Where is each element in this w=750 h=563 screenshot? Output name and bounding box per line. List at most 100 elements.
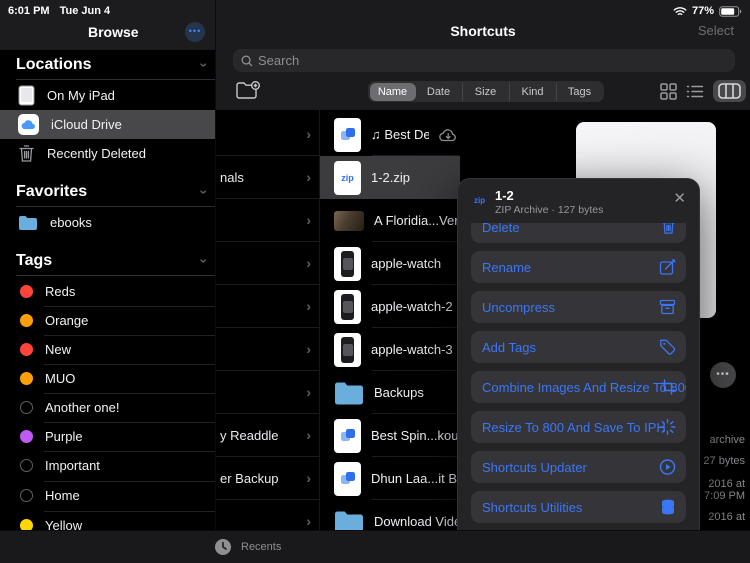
file-row-a-floridia[interactable]: A Floridia...Very: [320, 199, 460, 242]
shortcut-file-icon: [334, 418, 361, 453]
file-actions-popover: Delete Rename Uncompress Add Tags Combin…: [457, 178, 700, 563]
sidebar-tag-another-one[interactable]: Another one!: [0, 393, 215, 422]
sidebar-tag-muo[interactable]: MUO: [0, 364, 215, 393]
action-uncompress[interactable]: Uncompress: [471, 291, 686, 323]
zip-file-icon: zip: [334, 160, 361, 195]
sort-kind[interactable]: Kind: [508, 82, 556, 101]
action-combine-images[interactable]: Combine Images And Resize To 800 x 1: [471, 371, 686, 403]
chevron-right-icon: ›: [306, 384, 311, 400]
tag-dot-purple-icon: [20, 430, 33, 443]
action-shortcuts-updater[interactable]: Shortcuts Updater: [471, 451, 686, 483]
shortcut-file-icon: [334, 461, 361, 496]
tag-dot-hollow-icon: [20, 459, 33, 472]
sidebar-item-ebooks[interactable]: ebooks: [0, 208, 215, 237]
sort-name[interactable]: Name: [369, 82, 416, 101]
columns-view-icon-selected[interactable]: [713, 80, 746, 102]
action-rename[interactable]: Rename: [471, 251, 686, 283]
page-title: Shortcuts: [450, 23, 516, 39]
section-favorites[interactable]: Favorites ›: [16, 183, 213, 201]
parent-row[interactable]: ›: [216, 242, 319, 285]
preview-more-button[interactable]: •••: [710, 362, 736, 388]
icloud-icon: [18, 114, 39, 135]
file-row-1-2-zip[interactable]: zip 1-2.zip: [320, 156, 460, 199]
sidebar-tag-purple[interactable]: Purple: [0, 422, 215, 451]
wifi-icon: [673, 6, 687, 17]
action-add-tags[interactable]: Add Tags: [471, 331, 686, 363]
browse-title: Browse: [88, 24, 139, 40]
tag-dot-hollow-icon: [20, 489, 33, 502]
list-view-icon[interactable]: [686, 84, 704, 99]
folder-icon: [334, 381, 364, 405]
sidebar-tag-home[interactable]: Home: [0, 481, 215, 510]
divider: [16, 206, 215, 207]
sidebar-tag-new[interactable]: New: [0, 335, 215, 364]
trash-icon: [18, 144, 35, 163]
tag-dot-red-icon: [20, 285, 33, 298]
search-input[interactable]: Search: [233, 49, 735, 72]
video-thumbnail: [334, 210, 364, 231]
parent-row[interactable]: ›: [216, 199, 319, 242]
sidebar-tag-reds[interactable]: Reds: [0, 277, 215, 306]
chevron-right-icon: ›: [306, 470, 311, 486]
view-toggles: [660, 80, 746, 102]
chevron-right-icon: ›: [306, 427, 311, 443]
actions-list: Delete Rename Uncompress Add Tags Combin…: [471, 211, 686, 562]
sidebar-tag-important[interactable]: Important: [0, 451, 215, 480]
close-icon[interactable]: ✕: [673, 189, 686, 207]
parent-row[interactable]: er Backup ›: [216, 457, 319, 500]
sort-segmented-control: Name Date Size Kind Tags: [368, 81, 604, 102]
section-tags[interactable]: Tags ›: [16, 252, 213, 270]
section-locations[interactable]: Locations ›: [16, 56, 213, 74]
archive-box-icon: [659, 299, 676, 315]
sort-date[interactable]: Date: [416, 83, 462, 101]
action-shortcuts-utilities[interactable]: Shortcuts Utilities: [471, 491, 686, 523]
parent-row[interactable]: ›: [216, 371, 319, 414]
popover-file-title: 1-2: [495, 188, 514, 203]
cloud-download-icon[interactable]: [439, 128, 458, 142]
watch-thumbnail: [334, 289, 361, 324]
zip-badge-icon: zip: [474, 196, 486, 205]
tab-recents[interactable]: Recents: [241, 541, 281, 553]
file-row-apple-watch-2[interactable]: apple-watch-2: [320, 285, 460, 328]
compose-icon: [659, 259, 676, 276]
battery-percent: 77%: [691, 5, 714, 17]
files-app-screen: 6:01 PM Tue Jun 4 77% Browse ••• Locatio…: [0, 0, 750, 563]
sidebar-item-icloud-drive[interactable]: iCloud Drive: [0, 110, 215, 139]
sidebar-tag-orange[interactable]: Orange: [0, 306, 215, 335]
file-row-backups[interactable]: Backups: [320, 371, 460, 414]
sidebar-item-recently-deleted[interactable]: Recently Deleted: [0, 139, 215, 168]
tag-dot-orange-icon: [20, 372, 33, 385]
tag-dot-hollow-icon: [20, 401, 33, 414]
chevron-right-icon: ›: [306, 513, 311, 529]
popover-file-subtitle: ZIP Archive · 127 bytes: [495, 204, 604, 216]
sidebar-item-on-my-ipad[interactable]: On My iPad: [0, 81, 215, 110]
new-folder-icon[interactable]: [236, 81, 260, 100]
popover-header: zip 1-2 ZIP Archive · 127 bytes ✕: [458, 179, 699, 223]
file-row-dhun-laa[interactable]: Dhun Laa...it Bha: [320, 457, 460, 500]
file-row-apple-watch[interactable]: apple-watch: [320, 242, 460, 285]
parent-row[interactable]: ›: [216, 113, 319, 156]
parent-row[interactable]: y Readdle ›: [216, 414, 319, 457]
sort-tags[interactable]: Tags: [555, 82, 603, 101]
file-row-best-spin[interactable]: Best Spin...kout: [320, 414, 460, 457]
file-row-apple-watch-3[interactable]: apple-watch-3: [320, 328, 460, 371]
parent-column: › nals › › › › › › y Readdle › er Backup › …: [216, 110, 319, 563]
select-button[interactable]: Select: [698, 23, 734, 38]
file-row-best-de[interactable]: ♫ Best De...Vol. #1 ♫: [320, 113, 460, 156]
chevron-down-icon: ›: [196, 62, 213, 68]
parent-row[interactable]: ›: [216, 285, 319, 328]
ipad-icon: [18, 85, 35, 106]
action-resize-800[interactable]: Resize To 800 And Save To IPH: [471, 411, 686, 443]
recents-clock-icon: [214, 538, 232, 556]
sort-size[interactable]: Size: [461, 82, 509, 101]
browse-more-button[interactable]: •••: [185, 22, 205, 42]
parent-row[interactable]: ›: [216, 328, 319, 371]
database-icon: [660, 499, 676, 516]
shortcut-file-icon: [334, 117, 361, 152]
folder-icon: [18, 215, 38, 231]
grid-view-icon[interactable]: [660, 82, 677, 100]
tag-dot-orange-icon: [20, 314, 33, 327]
tab-bar: Recents: [0, 530, 750, 563]
parent-row[interactable]: nals ›: [216, 156, 319, 199]
tag-icon: [659, 339, 676, 356]
